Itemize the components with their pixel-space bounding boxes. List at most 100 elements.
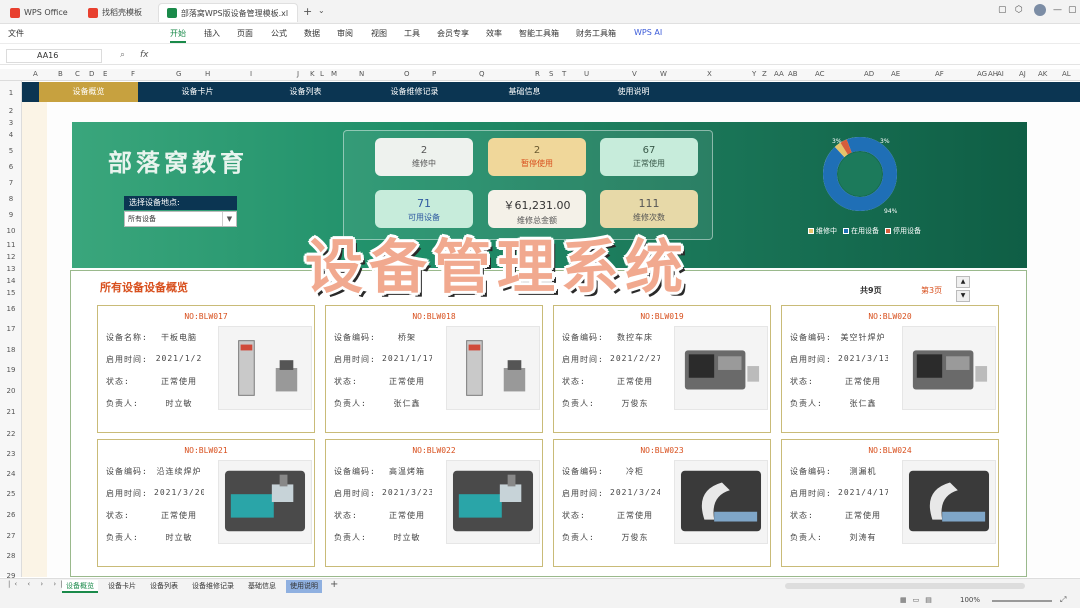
row-number[interactable]: 12: [0, 253, 22, 261]
column-letter[interactable]: AC: [815, 70, 825, 78]
menu-data[interactable]: 数据: [304, 28, 320, 39]
maximize-icon[interactable]: ▢: [1068, 5, 1077, 15]
device-card[interactable]: NO:BLW019 设备编码: 数控车床 启用时间: 2021/2/27 状态: 正常使用负…: [553, 305, 771, 433]
tab-templates[interactable]: 找稻壳模板: [80, 3, 150, 22]
row-number[interactable]: 18: [0, 346, 22, 354]
column-letter[interactable]: AA: [774, 70, 784, 78]
page-down-button[interactable]: ▼: [956, 290, 970, 302]
device-card[interactable]: NO:BLW021 设备编码: 沿连续焊炉 启用时间: 2021/3/20 状态: 正常使用…: [97, 439, 315, 567]
tab-workbook[interactable]: 部落窝WPS版设备管理模板.xl...: [158, 3, 298, 22]
page-up-button[interactable]: ▲: [956, 276, 970, 288]
zoom-icon[interactable]: ⌕: [120, 50, 125, 60]
nav-cards[interactable]: 设备卡片: [148, 82, 247, 102]
column-letter[interactable]: G: [176, 70, 181, 78]
menu-tools[interactable]: 工具: [404, 28, 420, 39]
add-sheet-icon[interactable]: +: [330, 579, 338, 590]
row-number[interactable]: 6: [0, 163, 22, 171]
row-number[interactable]: 16: [0, 305, 22, 313]
sheet-tab-repair[interactable]: 设备维修记录: [188, 580, 238, 593]
device-card[interactable]: NO:BLW018 设备编码: 桥架 启用时间: 2021/1/17 状态: 正常使用 负责人…: [325, 305, 543, 433]
column-letter[interactable]: X: [707, 70, 712, 78]
menu-formula[interactable]: 公式: [271, 28, 287, 39]
row-number[interactable]: 3: [0, 119, 22, 127]
row-number[interactable]: 28: [0, 552, 22, 560]
file-menu[interactable]: 文件: [8, 28, 24, 39]
column-letter[interactable]: AB: [788, 70, 798, 78]
column-letter[interactable]: AD: [864, 70, 874, 78]
column-letter[interactable]: AK: [1038, 70, 1047, 78]
zoom-slider[interactable]: [992, 600, 1052, 602]
column-letter[interactable]: Y: [752, 70, 756, 78]
cube-icon[interactable]: ⬡: [1015, 5, 1023, 15]
column-letter[interactable]: L: [320, 70, 324, 78]
row-number[interactable]: 21: [0, 408, 22, 416]
menu-finance-tools[interactable]: 财务工具箱: [576, 28, 616, 39]
window-icon[interactable]: ▢: [998, 5, 1007, 15]
menu-start[interactable]: 开始: [170, 28, 186, 43]
column-letter[interactable]: E: [103, 70, 107, 78]
row-number[interactable]: 1: [0, 89, 22, 97]
row-number[interactable]: 19: [0, 366, 22, 374]
menu-review[interactable]: 审阅: [337, 28, 353, 39]
avatar[interactable]: [1034, 4, 1046, 16]
chevron-down-icon[interactable]: ⌄: [318, 6, 325, 15]
column-letter[interactable]: U: [584, 70, 589, 78]
row-number[interactable]: 5: [0, 147, 22, 155]
device-card[interactable]: NO:BLW024 设备编码: 测漏机 启用时间: 2021/4/17 状态: 正常使用 负责…: [781, 439, 999, 567]
sheet-tab-overview[interactable]: 设备概览: [62, 580, 98, 593]
row-number[interactable]: 9: [0, 211, 22, 219]
nav-repair-records[interactable]: 设备维修记录: [365, 82, 464, 102]
column-letter[interactable]: N: [359, 70, 364, 78]
column-letter[interactable]: K: [310, 70, 315, 78]
column-letter[interactable]: P: [432, 70, 436, 78]
row-number[interactable]: 17: [0, 325, 22, 333]
view-mode-icons[interactable]: ▦▭▤: [900, 596, 938, 604]
minimize-icon[interactable]: —: [1053, 5, 1062, 15]
location-select[interactable]: 所有设备: [124, 211, 237, 227]
menu-wps-ai[interactable]: WPS AI: [634, 28, 662, 37]
sheet-tab-cards[interactable]: 设备卡片: [104, 580, 140, 593]
column-letter[interactable]: Q: [479, 70, 485, 78]
row-number[interactable]: 11: [0, 241, 22, 249]
row-number[interactable]: 26: [0, 511, 22, 519]
row-number[interactable]: 25: [0, 490, 22, 498]
menu-view[interactable]: 视图: [371, 28, 387, 39]
device-card[interactable]: NO:BLW022 设备编码: 高温烤箱 启用时间: 2021/3/23 状态: 正常使用负…: [325, 439, 543, 567]
row-number[interactable]: 4: [0, 131, 22, 139]
dropdown-arrow-icon[interactable]: ▼: [222, 212, 236, 226]
column-letter[interactable]: AI: [997, 70, 1004, 78]
nav-basic-info[interactable]: 基础信息: [475, 82, 574, 102]
row-number[interactable]: 23: [0, 450, 22, 458]
menu-smart-tools[interactable]: 智能工具箱: [519, 28, 559, 39]
column-letter[interactable]: V: [632, 70, 637, 78]
menu-member[interactable]: 会员专享: [437, 28, 469, 39]
nav-instructions[interactable]: 使用说明: [584, 82, 683, 102]
row-number[interactable]: 15: [0, 289, 22, 297]
device-card[interactable]: NO:BLW017 设备名称: 干板电脑 启用时间: 2021/1/2 状态: 正常使用 负责…: [97, 305, 315, 433]
column-letter[interactable]: AG: [977, 70, 987, 78]
column-letter[interactable]: A: [33, 70, 38, 78]
row-number[interactable]: 14: [0, 277, 22, 285]
sheet-tab-instructions[interactable]: 使用说明: [286, 580, 322, 593]
menu-insert[interactable]: 插入: [204, 28, 220, 39]
column-letter[interactable]: C: [75, 70, 80, 78]
tab-wps-office[interactable]: WPS Office: [2, 3, 76, 22]
device-card[interactable]: NO:BLW023 设备编码: 冷柜 启用时间: 2021/3/24 状态: 正常使用 负责人…: [553, 439, 771, 567]
column-letter[interactable]: J: [297, 70, 299, 78]
device-card[interactable]: NO:BLW020 设备编码: 美空针焊炉 启用时间: 2021/3/13 状态: 正常使用…: [781, 305, 999, 433]
horizontal-scrollbar[interactable]: [785, 583, 1025, 589]
column-letter[interactable]: H: [205, 70, 210, 78]
fullscreen-icon[interactable]: ⤢: [1060, 595, 1066, 605]
nav-overview[interactable]: 设备概览: [39, 82, 138, 102]
column-letter[interactable]: AJ: [1019, 70, 1026, 78]
column-letter[interactable]: S: [549, 70, 553, 78]
name-box[interactable]: AA16: [6, 49, 102, 63]
new-tab-icon[interactable]: +: [303, 5, 312, 18]
row-number[interactable]: 22: [0, 430, 22, 438]
fx-icon[interactable]: fx: [140, 50, 149, 60]
column-letter[interactable]: T: [562, 70, 566, 78]
column-letter[interactable]: I: [250, 70, 252, 78]
sheet-tab-basic[interactable]: 基础信息: [244, 580, 280, 593]
sheet-nav-icons[interactable]: |‹ ‹ › ›|: [8, 580, 67, 588]
column-letter[interactable]: AE: [891, 70, 900, 78]
